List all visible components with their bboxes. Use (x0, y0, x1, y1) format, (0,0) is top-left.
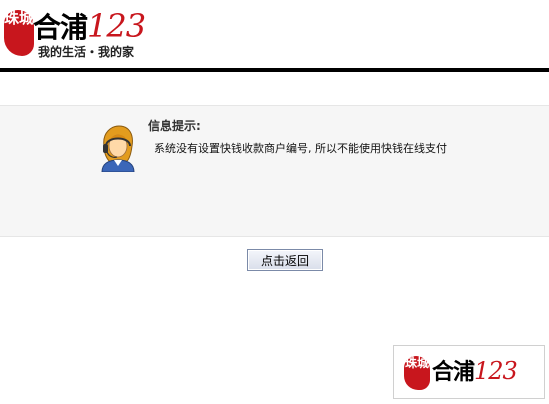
message-body: 系统没有设置快钱收款商户编号, 所以不能使用快钱在线支付 (154, 142, 447, 155)
brand-text: 合浦 (33, 11, 88, 44)
site-tagline: 我的生活・我的家 (38, 45, 135, 59)
site-logo[interactable]: 珠城 合浦123 我的生活・我的家 (0, 0, 170, 68)
message-title: 信息提示: (148, 119, 201, 133)
user-avatar-icon (101, 125, 135, 172)
footer-brand-text: 合浦 (432, 360, 475, 385)
footer-brand-number: 123 (474, 357, 518, 385)
brand-name: 合浦123 (33, 6, 146, 46)
brand-number: 123 (87, 7, 146, 45)
message-panel (0, 105, 549, 237)
header-divider (0, 68, 549, 72)
footer-logo[interactable]: 珠城 合浦123 (393, 345, 545, 399)
footer-brand-name: 合浦123 (432, 354, 518, 386)
footer-seal-text: 珠城 (404, 356, 429, 370)
seal-text: 珠城 (4, 9, 35, 27)
back-button[interactable]: 点击返回 (247, 249, 323, 271)
